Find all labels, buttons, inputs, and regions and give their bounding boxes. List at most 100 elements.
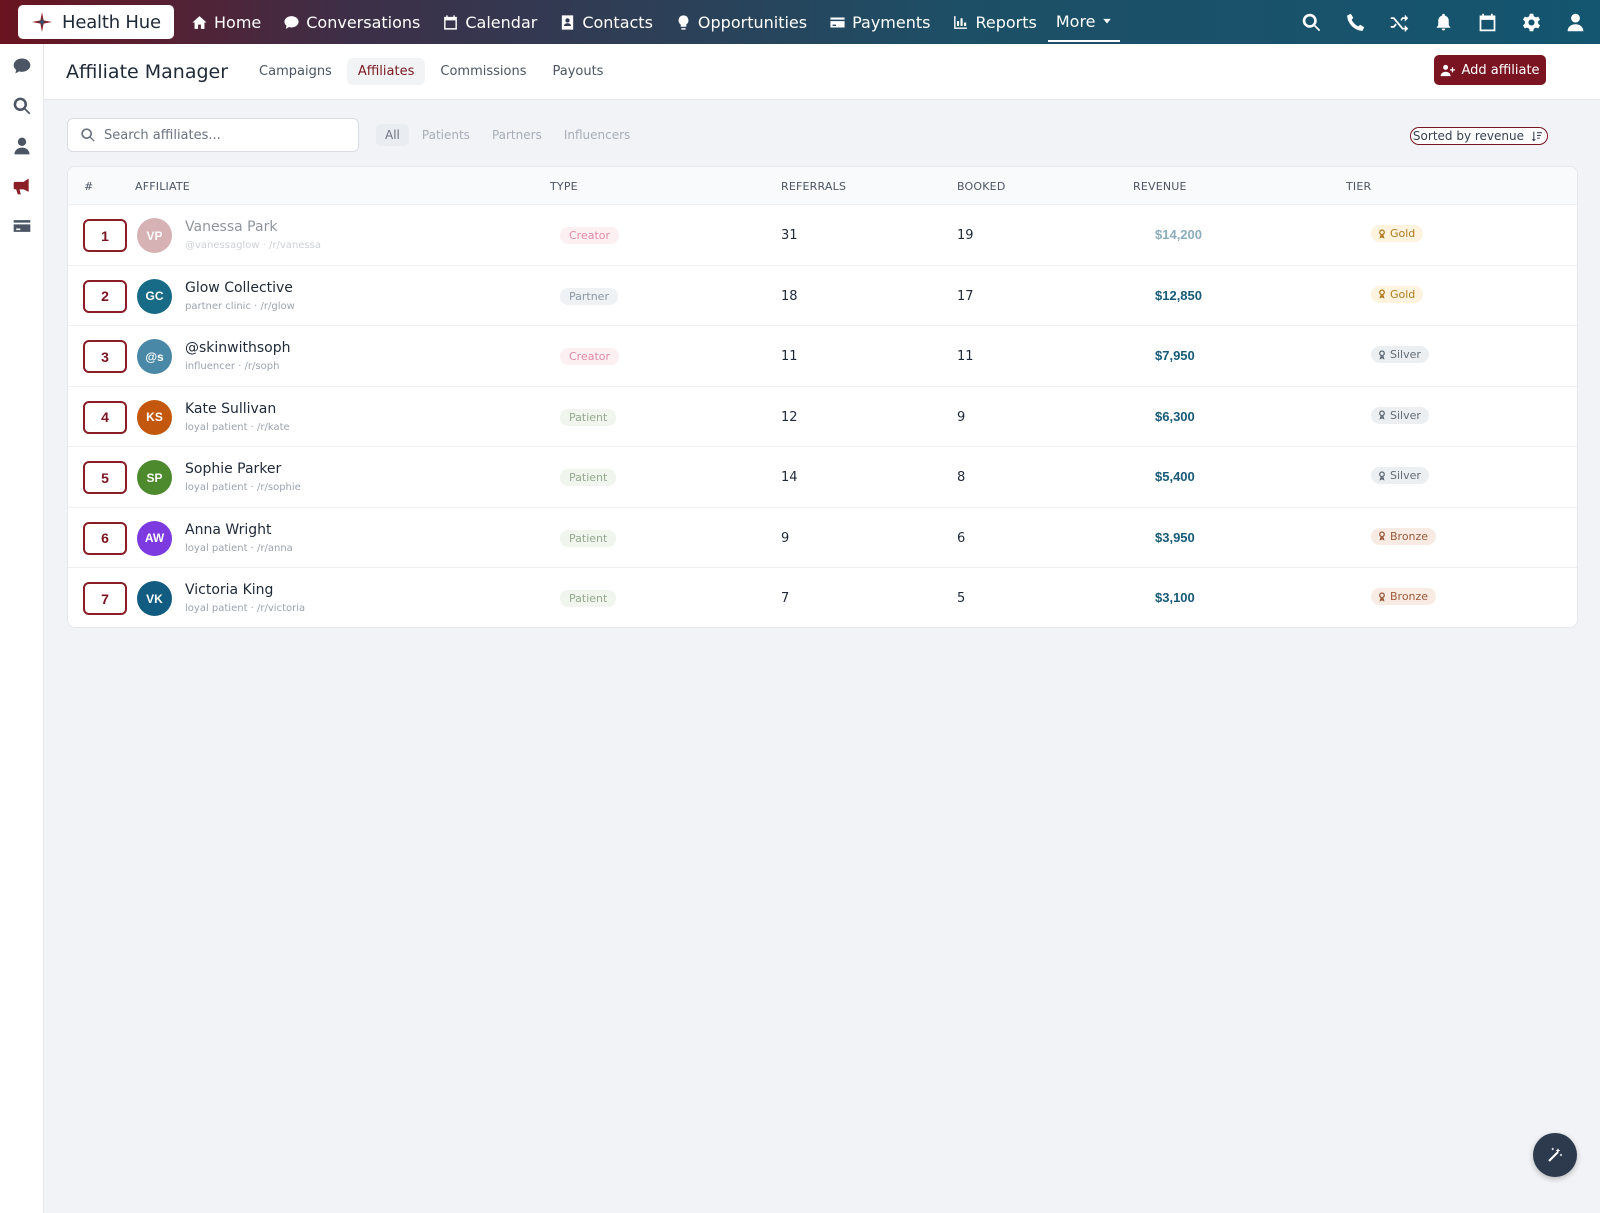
filter-all[interactable]: All bbox=[376, 124, 409, 146]
rail-contacts[interactable] bbox=[12, 136, 32, 156]
revenue-value: $3,100 bbox=[1155, 590, 1195, 605]
tab-affiliates[interactable]: Affiliates bbox=[346, 58, 426, 85]
avatar: GC bbox=[137, 278, 172, 314]
tier-label: Gold bbox=[1390, 287, 1416, 301]
col-referrals[interactable]: REFERRALS bbox=[781, 180, 846, 193]
tab-campaigns[interactable]: Campaigns bbox=[248, 58, 343, 85]
nav-conversations[interactable]: Conversations bbox=[272, 0, 431, 44]
award-icon bbox=[1379, 591, 1385, 602]
user-icon[interactable] bbox=[1565, 12, 1586, 33]
table-row[interactable]: 4 KS Kate Sullivan loyal patient · /r/kate P… bbox=[68, 387, 1577, 447]
referrals-count: 7 bbox=[781, 591, 790, 606]
col-affiliate[interactable]: AFFILIATE bbox=[135, 180, 190, 193]
rail-marketing[interactable] bbox=[12, 176, 32, 196]
col-tier[interactable]: TIER bbox=[1346, 180, 1371, 193]
nav-reports-label: Reports bbox=[975, 12, 1037, 32]
nav-conversations-label: Conversations bbox=[306, 12, 421, 32]
rank-badge: 5 bbox=[83, 461, 127, 494]
table-row[interactable]: 1 VP Vanessa Park @vanessaglow · /r/vanessa… bbox=[68, 205, 1577, 266]
filter-chips: All Patients Partners Influencers bbox=[376, 124, 639, 146]
col-booked[interactable]: BOOKED bbox=[957, 180, 1006, 193]
table-row[interactable]: 5 SP Sophie Parker loyal patient · /r/sophi… bbox=[68, 447, 1577, 508]
search-icon[interactable] bbox=[1301, 12, 1322, 33]
affiliate-name[interactable]: Vanessa Park bbox=[185, 219, 277, 235]
type-badge: Patient bbox=[560, 469, 617, 486]
affiliate-handle: loyal patient · /r/anna bbox=[185, 542, 293, 554]
page-title: Affiliate Manager bbox=[66, 60, 229, 83]
avatar: @s bbox=[137, 339, 172, 374]
tier-label: Bronze bbox=[1390, 590, 1429, 603]
calendar-icon[interactable] bbox=[1477, 12, 1498, 33]
avatar: VP bbox=[137, 218, 172, 253]
sort-descending-icon bbox=[1531, 131, 1542, 141]
referrals-count: 14 bbox=[781, 470, 798, 485]
table-header: # AFFILIATE TYPE REFERRALS BOOKED REVENU… bbox=[68, 167, 1577, 205]
search-icon bbox=[13, 97, 31, 115]
table-row[interactable]: 3 @s @skinwithsoph influencer · /r/soph Crea… bbox=[68, 326, 1577, 387]
tier-label: Silver bbox=[1390, 408, 1421, 422]
phone-icon[interactable] bbox=[1345, 12, 1366, 33]
affiliate-name[interactable]: Kate Sullivan bbox=[185, 401, 276, 417]
affiliate-name[interactable]: Victoria King bbox=[185, 582, 273, 598]
award-icon bbox=[1379, 349, 1385, 360]
chevron-down-icon bbox=[1102, 18, 1111, 24]
chat-icon bbox=[284, 15, 299, 29]
tier-label: Bronze bbox=[1390, 529, 1429, 543]
nav-home-label: Home bbox=[214, 12, 262, 32]
col-revenue[interactable]: REVENUE bbox=[1133, 180, 1187, 193]
affiliate-name[interactable]: Anna Wright bbox=[185, 522, 271, 538]
shuffle-icon[interactable] bbox=[1389, 12, 1410, 33]
table-row[interactable]: 2 GC Glow Collective partner clinic · /r/gl… bbox=[68, 266, 1577, 326]
nav-opportunities[interactable]: Opportunities bbox=[664, 0, 818, 44]
rank-badge: 1 bbox=[83, 219, 127, 252]
affiliate-name[interactable]: Glow Collective bbox=[185, 280, 293, 296]
lightbulb-icon bbox=[678, 14, 689, 30]
table-row[interactable]: 7 VK Victoria King loyal patient · /r/victo… bbox=[68, 568, 1577, 627]
rail-conversations[interactable] bbox=[12, 56, 32, 76]
type-badge: Partner bbox=[560, 287, 618, 305]
nav-calendar[interactable]: Calendar bbox=[431, 0, 548, 44]
award-icon bbox=[1379, 531, 1385, 541]
affiliates-table: # AFFILIATE TYPE REFERRALS BOOKED REVENU… bbox=[67, 166, 1578, 628]
avatar: VK bbox=[137, 581, 172, 616]
booked-count: 5 bbox=[957, 591, 966, 606]
gear-icon[interactable] bbox=[1521, 12, 1542, 33]
rail-payments[interactable] bbox=[12, 216, 32, 236]
award-icon bbox=[1379, 470, 1385, 481]
main-nav: Home Conversations Calendar Contacts Opp… bbox=[180, 0, 1120, 44]
tier-badge: Bronze bbox=[1371, 588, 1437, 605]
type-badge: Creator bbox=[560, 348, 620, 365]
nav-payments-label: Payments bbox=[852, 12, 931, 32]
affiliate-name[interactable]: @skinwithsoph bbox=[185, 340, 291, 356]
tab-commissions[interactable]: Commissions bbox=[429, 58, 537, 85]
tier-label: Gold bbox=[1390, 227, 1416, 240]
affiliate-name[interactable]: Sophie Parker bbox=[185, 461, 281, 477]
nav-payments[interactable]: Payments bbox=[818, 0, 941, 44]
col-type[interactable]: TYPE bbox=[550, 180, 578, 193]
nav-reports[interactable]: Reports bbox=[941, 0, 1047, 44]
referrals-count: 12 bbox=[781, 409, 798, 425]
tier-badge: Silver bbox=[1371, 467, 1429, 484]
brand-logo[interactable]: Health Hue bbox=[18, 5, 174, 39]
nav-more[interactable]: More bbox=[1047, 2, 1120, 42]
sort-button[interactable]: Sorted by revenue bbox=[1409, 127, 1548, 145]
filter-influencers[interactable]: Influencers bbox=[555, 124, 639, 146]
rank-badge: 7 bbox=[83, 582, 127, 615]
filter-partners[interactable]: Partners bbox=[483, 124, 551, 146]
table-row[interactable]: 6 AW Anna Wright loyal patient · /r/anna Pat… bbox=[68, 508, 1577, 568]
search-input[interactable] bbox=[104, 127, 344, 143]
tier-badge: Silver bbox=[1371, 406, 1429, 424]
col-rank[interactable]: # bbox=[84, 180, 93, 193]
bell-icon[interactable] bbox=[1433, 12, 1454, 33]
avatar: AW bbox=[137, 520, 172, 556]
bar-chart-icon bbox=[954, 15, 968, 29]
add-affiliate-button[interactable]: Add affiliate bbox=[1434, 55, 1546, 85]
nav-contacts[interactable]: Contacts bbox=[548, 0, 664, 44]
revenue-value: $5,400 bbox=[1155, 469, 1195, 484]
tab-payouts[interactable]: Payouts bbox=[541, 58, 614, 85]
nav-home[interactable]: Home bbox=[180, 0, 272, 44]
filter-patients[interactable]: Patients bbox=[413, 124, 479, 146]
magic-assist-button[interactable] bbox=[1533, 1133, 1577, 1177]
rail-search[interactable] bbox=[12, 96, 32, 116]
home-icon bbox=[192, 15, 207, 29]
